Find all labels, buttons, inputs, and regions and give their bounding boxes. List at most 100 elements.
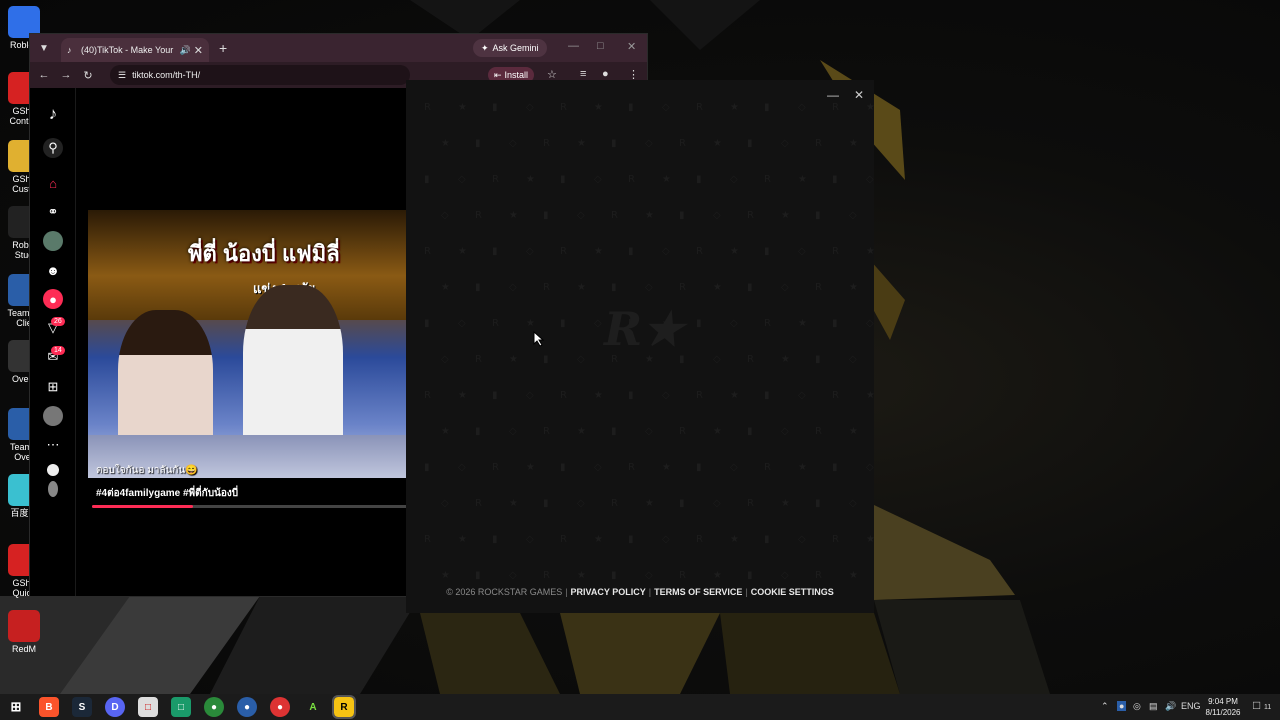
pattern-glyph: ★ [662,174,671,185]
pattern-glyph: ★ [866,390,874,401]
tray-overflow-chevron-icon[interactable]: ⌃ [1101,701,1109,712]
maximize-window-button[interactable]: □ [597,40,604,52]
system-clock[interactable]: 9:04 PM 8/11/2026 [1198,696,1248,718]
profile-avatar-icon[interactable]: ● [602,68,609,80]
pattern-glyph: ◇ [458,318,466,329]
launcher-a-icon[interactable]: A [303,697,323,717]
video-hashtags[interactable]: #4ต่อ4familygame #พี่ตี่กับน้องบี่ [96,486,238,501]
audio-playing-icon[interactable]: 🔊 [180,45,191,55]
pattern-glyph: ★ [730,246,739,257]
terms-of-service-link[interactable]: TERMS OF SERVICE [654,587,742,597]
pattern-glyph: ★ [526,462,535,473]
teamspeak-taskbar-icon[interactable]: ● [237,697,257,717]
pattern-glyph: ◇ [441,498,449,509]
pattern-glyph: R [679,570,686,581]
pattern-glyph: ★ [866,246,874,257]
pattern-glyph: R [815,570,822,581]
launcher-minimize-button[interactable]: — [827,88,839,102]
steam-icon[interactable]: S [72,697,92,717]
pattern-glyph: ▮ [475,138,481,149]
microphone-icon[interactable]: ◎ [1133,701,1141,712]
home-icon[interactable]: ⌂ [43,173,63,193]
pattern-glyph: ▮ [747,138,753,149]
network-icon[interactable]: ▤ [1149,701,1158,712]
reading-list-icon[interactable]: ≡ [580,68,586,80]
pattern-glyph: ★ [509,498,518,509]
inbox-badge: 26 [51,317,65,326]
pattern-glyph: ◇ [781,282,789,293]
reload-button[interactable]: ↻ [77,69,99,82]
following-avatar-icon[interactable] [43,231,63,251]
new-tab-button[interactable]: + [219,40,227,56]
pattern-glyph: ▮ [611,426,617,437]
pattern-glyph: R [424,534,431,545]
rockstar-launcher-taskbar-icon[interactable]: R [332,695,356,719]
pattern-glyph: ★ [713,138,722,149]
forward-button[interactable]: → [55,69,77,81]
discord-icon[interactable]: D [105,697,125,717]
copyright-text: © 2026 ROCKSTAR GAMES [446,587,563,597]
video-player[interactable]: พี่ตี่ น้องบี่ แฟมิลี่ แข่ง 1 สมัย ตอบใจ… [88,210,408,478]
close-window-button[interactable]: ✕ [627,40,636,53]
pattern-glyph: ▮ [832,174,838,185]
pattern-glyph: R [696,534,703,545]
volume-icon[interactable]: 🔊 [1165,701,1176,712]
more-dots-icon[interactable]: ⋯ [43,435,63,455]
pattern-glyph: ▮ [492,534,498,545]
pattern-glyph: ▮ [611,570,617,581]
chrome-icon[interactable]: ● [204,697,224,717]
desktop-icon-redm[interactable]: RedM [2,610,46,654]
cookie-settings-link[interactable]: COOKIE SETTINGS [751,587,834,597]
creator-avatar-icon[interactable] [47,464,59,476]
pattern-glyph: ▮ [764,246,770,257]
site-info-icon[interactable]: ☰ [118,70,126,81]
tiktok-logo-icon[interactable]: ♪ [43,104,63,124]
tab-search-chevron-icon[interactable]: ▼ [33,37,55,59]
pattern-glyph: ◇ [645,426,653,437]
tab-tiktok[interactable]: ♪ (40)TikTok - Make Your Day 🔊 ✕ [61,38,209,62]
pattern-glyph: ◇ [866,174,874,185]
pattern-glyph: ★ [509,210,518,221]
ask-gemini-button[interactable]: ✦ Ask Gemini [473,39,547,57]
video-progress-bar[interactable] [92,505,408,508]
pattern-glyph: ★ [798,174,807,185]
upload-icon[interactable]: ⊞ [43,377,63,397]
tray-app-icon[interactable]: ● [1117,701,1127,711]
launcher-close-button[interactable]: ✕ [854,88,864,102]
search-icon[interactable]: ⚲ [43,138,63,158]
privacy-policy-link[interactable]: PRIVACY POLICY [571,587,646,597]
pattern-glyph: ▮ [424,174,430,185]
profile-avatar-icon[interactable] [43,406,63,426]
address-bar[interactable]: ☰ tiktok.com/th-TH/ [110,65,410,85]
messenger-app-icon[interactable]: □ [171,697,191,717]
minimize-window-button[interactable]: — [568,40,579,52]
close-tab-icon[interactable]: ✕ [194,44,203,57]
pattern-glyph: ◇ [594,462,602,473]
pattern-glyph: ★ [458,534,467,545]
live-icon[interactable]: ● [43,289,63,309]
pattern-glyph: R [832,102,839,113]
creator-avatar-2-icon[interactable] [48,481,58,497]
friends-icon[interactable]: ☻ [43,260,63,280]
notification-center-icon[interactable]: □ [1253,698,1260,712]
brave-browser-icon[interactable]: B [39,697,59,717]
pattern-glyph: ◇ [866,318,874,329]
chrome-profile-icon[interactable]: ● [270,697,290,717]
pattern-glyph: R [424,102,431,113]
pattern-glyph: ★ [594,534,603,545]
pattern-glyph: R [543,426,550,437]
pattern-glyph: ▮ [679,498,685,509]
pattern-glyph: ◇ [577,354,585,365]
pattern-glyph: ◇ [458,462,466,473]
pattern-glyph: ▮ [628,534,634,545]
document-app-icon[interactable]: □ [138,697,158,717]
rockstar-launcher-window[interactable]: R★▮◇R★▮◇R★▮◇R★★▮◇R★▮◇R★▮◇R★▮▮◇R★▮◇R★▮◇R★… [406,80,874,613]
video-person-man [243,285,343,455]
explore-compass-icon[interactable]: ⚭ [43,202,63,222]
pattern-glyph: ◇ [594,318,602,329]
pattern-glyph: R [696,390,703,401]
video-progress-fill [92,505,194,508]
pattern-glyph: ◇ [662,246,670,257]
windows-start-icon[interactable]: ⊞ [6,697,26,717]
back-button[interactable]: ← [33,69,55,81]
